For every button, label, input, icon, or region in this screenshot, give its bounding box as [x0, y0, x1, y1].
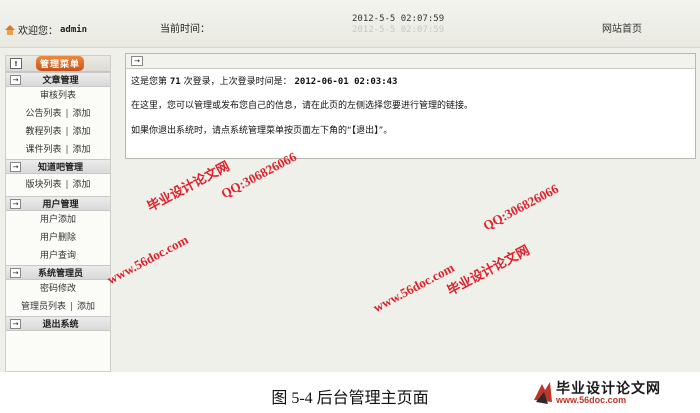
- arrow-right-icon: →: [10, 198, 21, 209]
- top-bar: 欢迎您： admin 当前时间： 2012-5-5 02:07:59 2012-…: [0, 0, 700, 48]
- menu-toggle-icon[interactable]: !: [10, 58, 22, 69]
- content-toolbar: →: [126, 54, 695, 69]
- username: admin: [60, 24, 88, 35]
- separator: |: [65, 127, 69, 137]
- logo-mark-icon: [534, 382, 552, 404]
- watermark-url: www.56doc.com: [370, 259, 457, 316]
- site-logo: 毕业设计论文网 www.56doc.com: [532, 378, 694, 410]
- section-label: 文章管理: [42, 76, 79, 86]
- section-users[interactable]: → 用户管理: [6, 196, 110, 211]
- section-label: 用户管理: [42, 200, 79, 210]
- logout-hint-line: 如果你退出系统时，请点系统管理菜单按页面左下角的“【退出】”。: [131, 126, 393, 136]
- watermark-qq: QQ:306826066: [480, 180, 561, 234]
- welcome-block: 欢迎您： admin: [4, 22, 87, 37]
- sidebar: ! 管理菜单 → 文章管理 审核列表 公告列表 | 添加 教程列表 | 添加 课件列表 |…: [5, 55, 111, 372]
- section-label: 退出系统: [42, 320, 79, 330]
- separator: |: [69, 302, 74, 312]
- admin-list-link[interactable]: 管理员列表: [21, 302, 66, 312]
- arrow-right-icon: →: [10, 74, 21, 85]
- section-admins[interactable]: → 系统管理员: [6, 265, 110, 280]
- board-add-link[interactable]: 添加: [73, 180, 91, 190]
- list-item: 用户添加: [6, 211, 110, 229]
- section-logout[interactable]: → 退出系统: [6, 316, 110, 331]
- list-item: 用户删除: [6, 229, 110, 247]
- courseware-add-link[interactable]: 添加: [73, 145, 91, 155]
- list-item: 管理员列表 | 添加: [6, 298, 110, 316]
- admin-add-link[interactable]: 添加: [77, 302, 95, 312]
- section-article[interactable]: → 文章管理: [6, 72, 110, 87]
- login-count: 71: [169, 77, 181, 87]
- watermark-site-name: 毕业设计论文网: [144, 159, 233, 215]
- notice-list-link[interactable]: 公告列表: [25, 109, 61, 119]
- arrow-right-icon: →: [10, 161, 21, 172]
- last-login-label: 次登录，上次登录时间是：: [183, 77, 292, 87]
- section-label: 知道吧管理: [37, 163, 83, 173]
- separator: |: [65, 145, 69, 155]
- welcome-text: 欢迎您：: [18, 26, 58, 37]
- user-delete-link[interactable]: 用户删除: [40, 233, 76, 243]
- current-time-label: 当前时间：: [160, 24, 210, 35]
- clock-reflection: 2012-5-5 02:07:59: [352, 25, 445, 35]
- login-count-prefix: 这是您第: [131, 77, 168, 87]
- review-list-link[interactable]: 审核列表: [40, 91, 76, 101]
- watermark-site-name: 毕业设计论文网: [444, 243, 533, 299]
- watermark-url: www.56doc.com: [104, 231, 191, 288]
- clock: 2012-5-5 02:07:59: [352, 14, 445, 24]
- arrow-right-icon[interactable]: →: [131, 56, 143, 66]
- list-item: 版块列表 | 添加: [6, 174, 110, 196]
- logo-url: www.56doc.com: [556, 395, 627, 405]
- tutorial-add-link[interactable]: 添加: [73, 127, 91, 137]
- list-item: 审核列表: [6, 87, 110, 105]
- list-item: 课件列表 | 添加: [6, 141, 110, 159]
- arrow-right-icon: →: [10, 318, 21, 329]
- sidebar-header: ! 管理菜单: [6, 56, 110, 72]
- login-info-line: 这是您第 71 次登录，上次登录时间是： 2012-06-01 02:03:43: [131, 74, 397, 87]
- list-item: 用户查询: [6, 247, 110, 265]
- password-change-link[interactable]: 密码修改: [40, 284, 76, 294]
- sidebar-title: 管理菜单: [36, 56, 85, 71]
- admin-screen: 欢迎您： admin 当前时间： 2012-5-5 02:07:59 2012-…: [0, 0, 700, 372]
- user-add-link[interactable]: 用户添加: [40, 215, 76, 225]
- section-label: 系统管理员: [37, 269, 83, 279]
- instruction-line: 在这里，您可以管理或发布您自己的信息，请在此页的左侧选择您要进行管理的链接。: [131, 101, 474, 111]
- site-home-link[interactable]: 网站首页: [602, 20, 642, 35]
- home-icon: [4, 24, 16, 36]
- list-item: 公告列表 | 添加: [6, 105, 110, 123]
- content-panel: → 这是您第 71 次登录，上次登录时间是： 2012-06-01 02:03:…: [125, 53, 696, 159]
- separator: |: [65, 180, 69, 190]
- user-query-link[interactable]: 用户查询: [40, 251, 76, 261]
- arrow-right-icon: →: [10, 267, 21, 278]
- list-item: 密码修改: [6, 280, 110, 298]
- tutorial-list-link[interactable]: 教程列表: [25, 127, 61, 137]
- courseware-list-link[interactable]: 课件列表: [25, 145, 61, 155]
- last-login-time: 2012-06-01 02:03:43: [294, 77, 398, 87]
- list-item: 教程列表 | 添加: [6, 123, 110, 141]
- board-list-link[interactable]: 版块列表: [25, 180, 61, 190]
- section-knowledge[interactable]: → 知道吧管理: [6, 159, 110, 174]
- notice-add-link[interactable]: 添加: [73, 109, 91, 119]
- separator: |: [65, 109, 69, 119]
